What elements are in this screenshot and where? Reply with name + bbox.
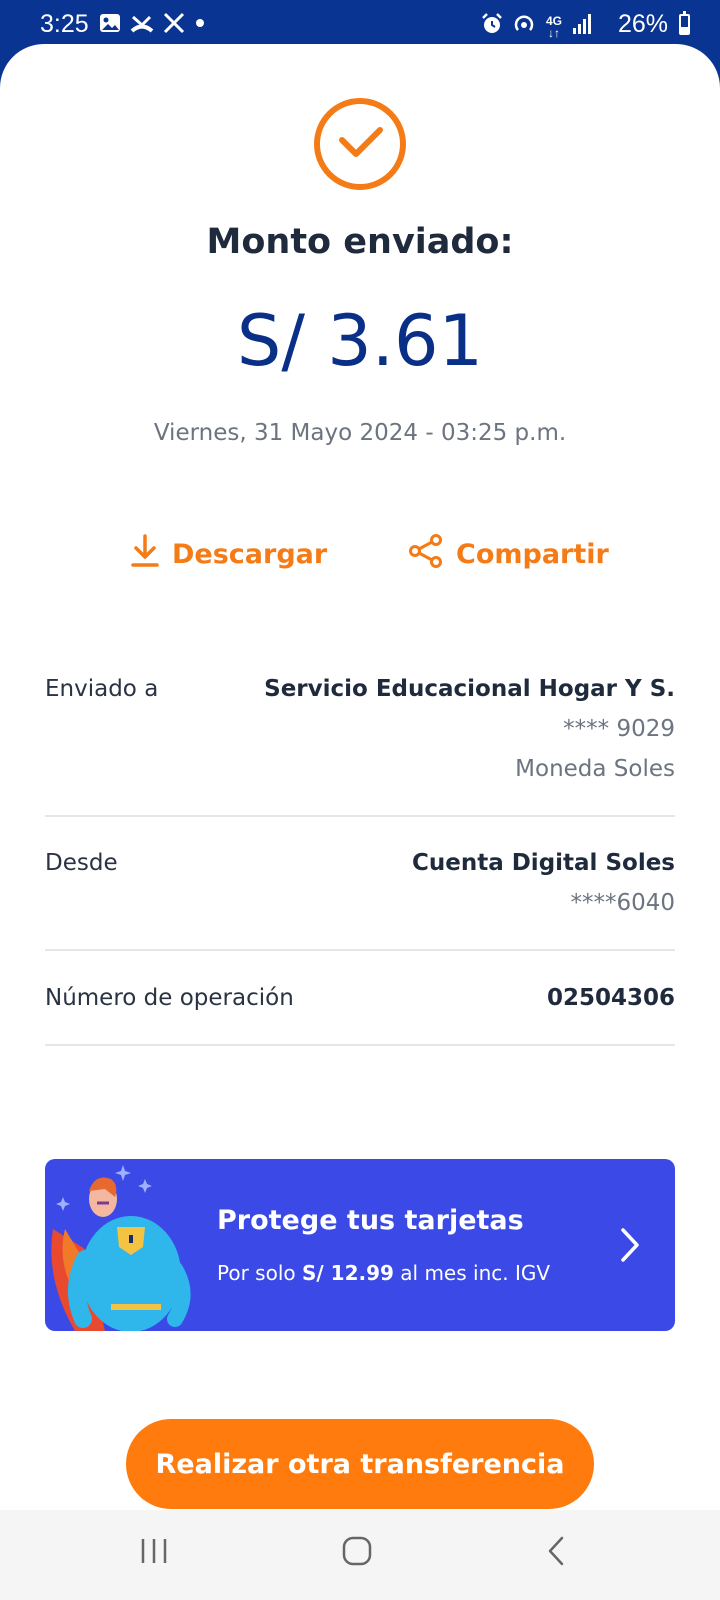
promo-subtitle: Por solo S/ 12.99 al mes inc. IGV [217,1261,551,1285]
source-account-name: Cuenta Digital Soles [411,850,675,876]
recipient-name: Servicio Educacional Hogar Y S. [264,676,675,702]
from-label: Desde [45,850,118,876]
transaction-datetime: Viernes, 31 Mayo 2024 - 03:25 p.m. [153,420,567,446]
battery-percentage: 26% [617,10,668,38]
check-circle-icon [314,98,406,190]
amount-sent: S/ 3.61 [236,300,484,382]
divider [45,815,675,817]
back-icon[interactable] [546,1536,566,1570]
sent-to-label: Enviado a [45,676,159,702]
source-account-number: ****6040 [570,890,675,916]
battery-icon [679,11,690,35]
4g-icon: 4G ↓↑ [545,13,562,40]
share-button[interactable]: Compartir [408,534,609,575]
new-transfer-button[interactable]: Realizar otra transferencia [126,1419,594,1509]
x-icon [163,12,185,39]
recent-apps-icon[interactable] [139,1536,169,1570]
superhero-illustration [45,1159,205,1331]
promo-price: S/ 12.99 [301,1261,394,1285]
download-icon [130,534,160,575]
divider [45,1044,675,1046]
download-button[interactable]: Descargar [130,534,327,575]
chevron-right-icon [619,1227,641,1267]
status-bar: 3:25 4G ↓↑ 26% [0,0,720,48]
home-icon[interactable] [342,1536,372,1570]
promo-title: Protege tus tarjetas [217,1205,524,1236]
missed-call-icon [130,12,154,39]
recipient-currency: Moneda Soles [515,756,675,782]
receipt-sheet: Monto enviado: S/ 3.61 Viernes, 31 Mayo … [0,44,720,1510]
gallery-icon [99,12,121,39]
dot-icon [194,12,206,39]
operation-number: 02504306 [546,985,675,1011]
signal-icon [572,13,592,40]
alarm-icon [480,12,504,41]
card-protection-banner[interactable]: Protege tus tarjetas Por solo S/ 12.99 a… [45,1159,675,1331]
share-icon [408,534,444,575]
system-nav-bar [0,1510,720,1600]
download-label: Descargar [172,539,328,570]
divider [45,949,675,951]
recipient-account: **** 9029 [563,716,675,742]
hotspot-icon [512,12,536,41]
status-time: 3:25 [40,10,89,38]
operation-number-label: Número de operación [45,985,294,1011]
page-title: Monto enviado: [206,222,514,262]
share-label: Compartir [456,539,609,570]
